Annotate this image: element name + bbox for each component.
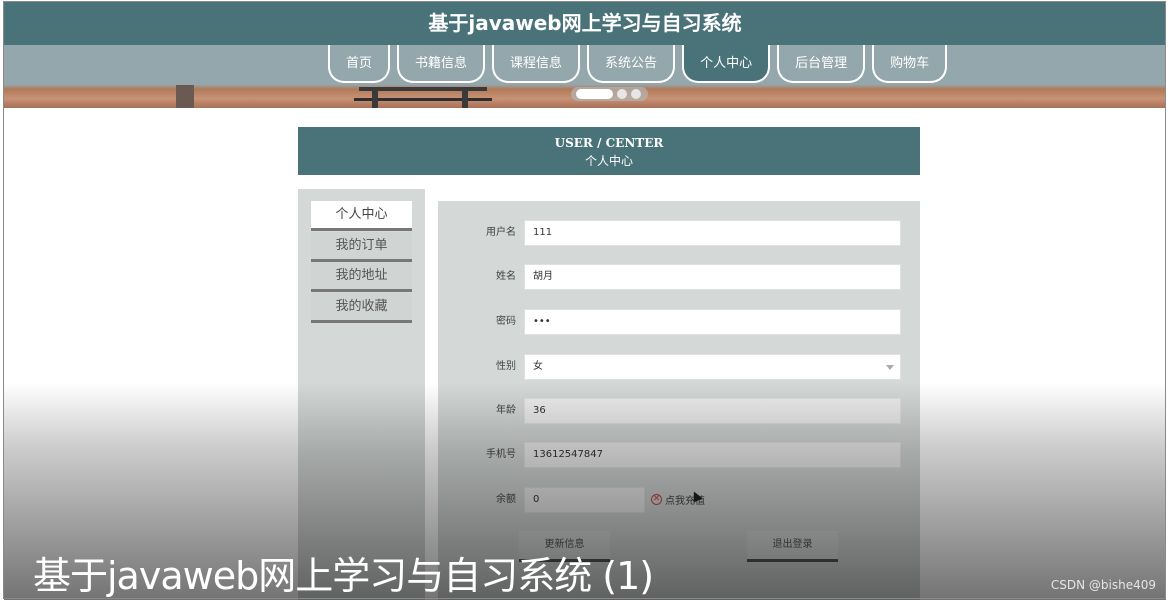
recharge-icon: ✕ (651, 494, 662, 505)
chevron-down-icon (886, 365, 894, 370)
sidebar-item-user-center[interactable]: 个人中心 (311, 201, 412, 231)
section-title-zh: 个人中心 (584, 154, 633, 168)
age-label: 年龄 (496, 405, 516, 416)
nav-courses[interactable]: 课程信息 (492, 45, 581, 83)
form-row-phone: 手机号 13612547847 (438, 442, 920, 468)
carousel-indicators (571, 87, 648, 101)
name-label: 姓名 (496, 271, 516, 282)
password-label: 密码 (496, 316, 516, 327)
nav-user-center[interactable]: 个人中心 (682, 45, 771, 83)
sidebar-item-addresses[interactable]: 我的地址 (311, 262, 412, 292)
gender-label: 性别 (496, 361, 516, 372)
balance-label: 余额 (496, 494, 516, 505)
video-caption: 基于javaweb网上学习与自习系统 (1) (33, 554, 654, 598)
phone-label: 手机号 (486, 449, 516, 460)
username-input[interactable]: 111 (524, 220, 901, 246)
age-input[interactable]: 36 (524, 398, 901, 424)
bench-leg (462, 91, 468, 108)
balance-input[interactable]: 0 (524, 487, 645, 513)
password-input[interactable]: ••• (524, 309, 901, 335)
carousel-dot-3[interactable] (631, 89, 641, 99)
nav-home[interactable]: 首页 (328, 45, 391, 83)
form-row-gender: 性别 女 (438, 354, 920, 380)
username-label: 用户名 (486, 227, 516, 238)
carousel-dot-1[interactable] (576, 89, 613, 99)
carousel-dot-2[interactable] (617, 89, 627, 99)
logout-button[interactable]: 退出登录 (747, 531, 838, 562)
sidebar-item-orders[interactable]: 我的订单 (311, 232, 412, 262)
tree-trunk (176, 85, 194, 108)
form-row-password: 密码 ••• (438, 309, 920, 335)
nav-admin[interactable]: 后台管理 (777, 45, 866, 83)
gender-value: 女 (533, 361, 543, 372)
nav-books[interactable]: 书籍信息 (397, 45, 486, 83)
nav-cart[interactable]: 购物车 (872, 45, 948, 83)
form-row-name: 姓名 胡月 (438, 264, 920, 290)
section-title-en: USER / CENTER (554, 136, 664, 150)
form-row-username: 用户名 111 (438, 220, 920, 246)
site-title: 基于javaweb网上学习与自习系统 (4, 2, 1166, 45)
form-row-age: 年龄 36 (438, 398, 920, 424)
profile-form: 用户名 111 姓名 胡月 密码 ••• 性别 女 年龄 36 手机号 1361… (438, 201, 920, 600)
watermark: CSDN @bishe409 (1050, 578, 1156, 592)
section-header: USER / CENTER 个人中心 (298, 127, 920, 175)
nav-announcements[interactable]: 系统公告 (587, 45, 676, 83)
sidebar-item-favorites[interactable]: 我的收藏 (311, 293, 412, 323)
phone-input[interactable]: 13612547847 (524, 442, 901, 468)
bench-leg (372, 91, 378, 108)
form-row-balance: 余额 0 ✕ 点我充值 (438, 487, 920, 513)
user-sidebar: 个人中心 我的订单 我的地址 我的收藏 (298, 189, 425, 600)
gender-select[interactable]: 女 (524, 354, 901, 380)
main-nav: 首页 书籍信息 课程信息 系统公告 个人中心 后台管理 购物车 (328, 45, 948, 87)
name-input[interactable]: 胡月 (524, 264, 901, 290)
